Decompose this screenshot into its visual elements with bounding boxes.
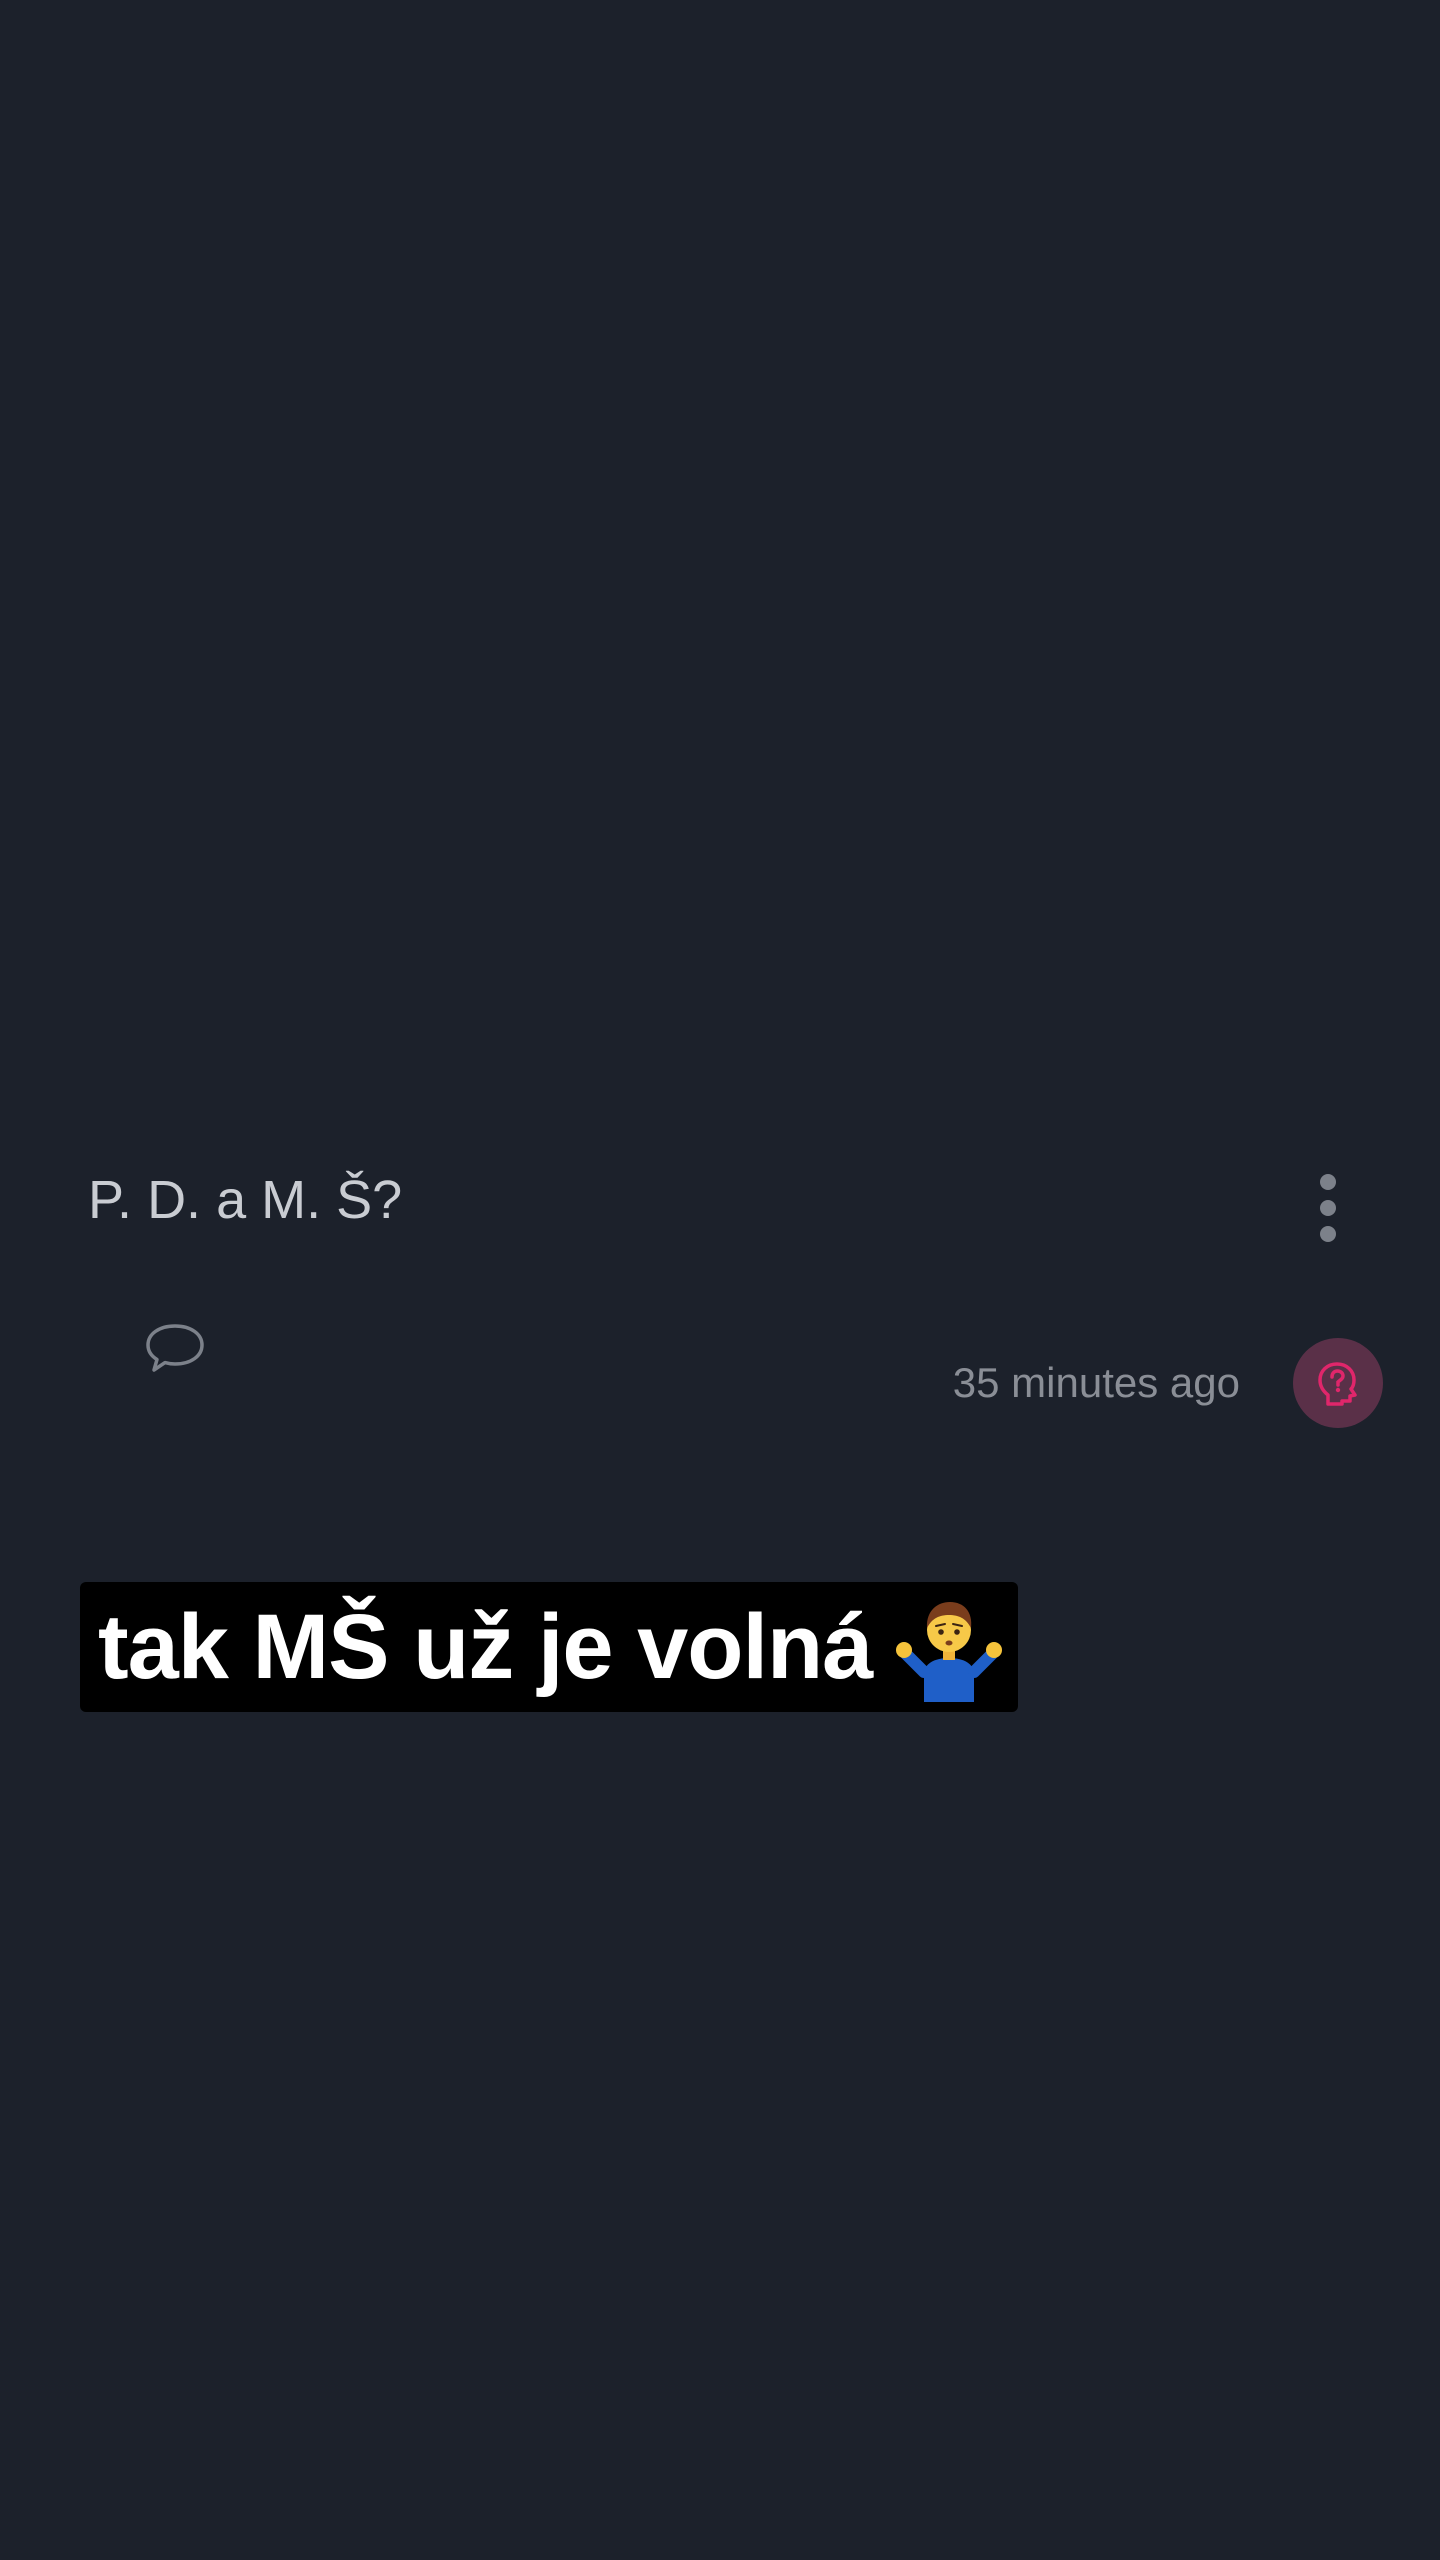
more-vertical-icon-dot [1320,1174,1336,1190]
person-shrugging-emoji [896,1602,1003,1702]
more-vertical-icon-dot [1320,1226,1336,1242]
comment-bubble-icon [146,1324,204,1372]
more-vertical-icon-dot [1320,1200,1336,1216]
question-head-icon [1318,1362,1357,1406]
more-options-button[interactable] [1304,1164,1352,1252]
story-screen: P. D. a M. Š? 35 minutes ago tak MŠ už j… [0,0,1440,2560]
comment-button[interactable] [140,1318,210,1378]
story-text: tak MŠ už je volná [98,1596,873,1698]
story-text-sticker[interactable]: tak MŠ už je volná [80,1582,1018,1712]
timestamp: 35 minutes ago [952,1359,1240,1406]
question-button[interactable] [1293,1338,1383,1428]
post-title: P. D. a M. Š? [88,1170,403,1230]
